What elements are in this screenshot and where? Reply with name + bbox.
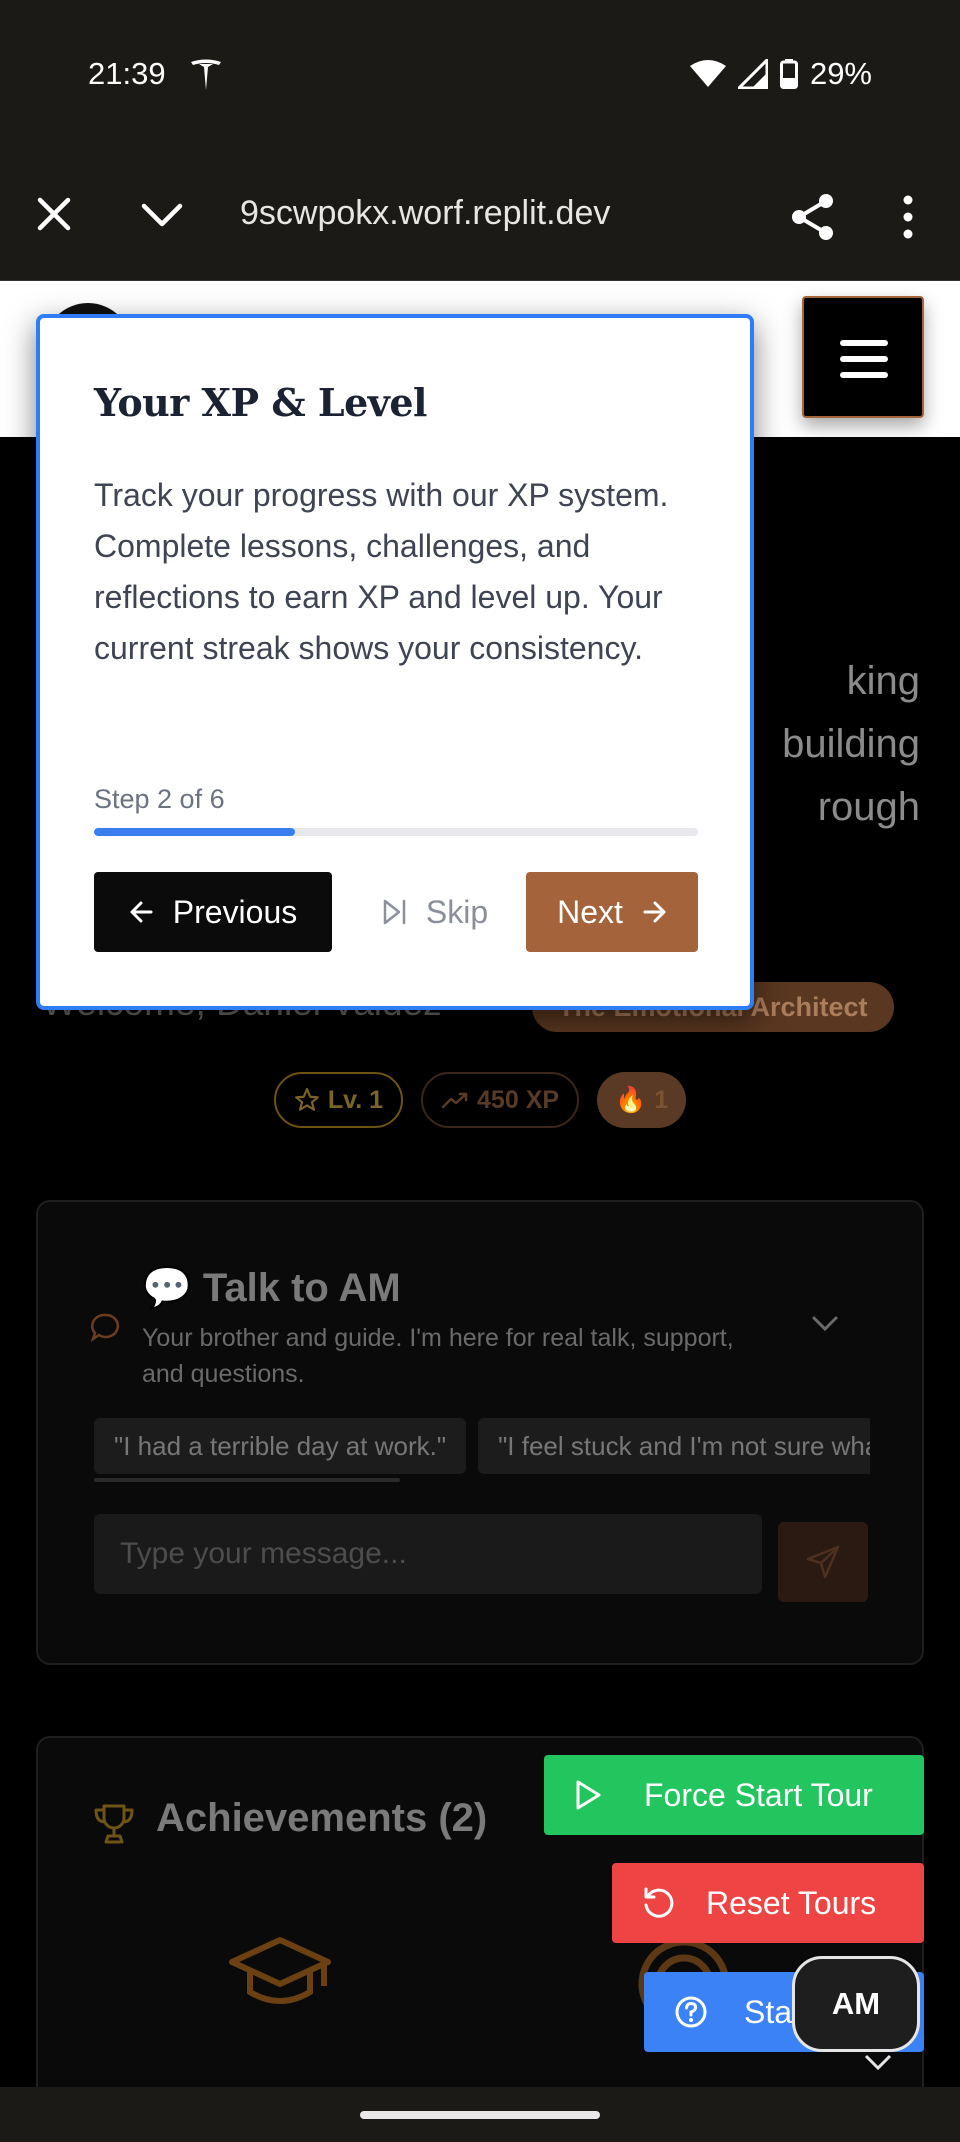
reset-tours-button[interactable]: Reset Tours — [612, 1863, 924, 1943]
system-nav-bar — [0, 2087, 960, 2142]
chevron-down-icon — [864, 2054, 892, 2071]
skip-label: Skip — [425, 893, 489, 930]
stats-row: Lv. 1 450 XP 🔥 1 — [0, 1072, 960, 1128]
arrow-right-icon — [643, 901, 666, 923]
browser-toolbar: 9scwpokx.worf.replit.dev — [0, 150, 960, 281]
signal-icon — [737, 59, 768, 89]
tour-title: Your XP & Level — [94, 380, 427, 425]
battery-percent: 29% — [809, 56, 872, 91]
battery-icon — [779, 59, 798, 89]
send-icon — [806, 1545, 840, 1579]
tour-progress-fill — [94, 828, 296, 836]
streak-value: 1 — [654, 1085, 669, 1114]
menu-button[interactable] — [802, 296, 924, 418]
more-vertical-icon[interactable] — [896, 194, 920, 240]
reset-tours-label: Reset Tours — [706, 1884, 877, 1921]
menu-icon — [840, 372, 888, 378]
status-icons: 29% — [689, 56, 872, 92]
arrow-left-icon — [130, 901, 153, 923]
scrollbar[interactable] — [94, 1478, 400, 1482]
xp-value: 450 XP — [477, 1085, 560, 1114]
tour-popover: Your XP & Level Track your progress with… — [36, 314, 754, 1010]
force-start-tour-button[interactable]: Force Start Tour — [544, 1755, 924, 1835]
force-start-tour-label: Force Start Tour — [644, 1776, 873, 1813]
talk-to-am-card: 💬 Talk to AM Your brother and guide. I'm… — [36, 1200, 924, 1665]
skip-button[interactable]: Skip — [370, 872, 500, 952]
status-time: 21:39 — [88, 56, 166, 91]
trending-up-icon — [441, 1092, 468, 1109]
rotate-ccw-icon — [644, 1887, 674, 1918]
wifi-icon — [689, 60, 726, 87]
suggestion-chip[interactable]: "I had a terrible day at work." — [94, 1418, 467, 1474]
tesla-icon — [191, 59, 221, 90]
previous-label: Previous — [172, 893, 298, 930]
chat-subtitle: Your brother and guide. I'm here for rea… — [142, 1324, 734, 1388]
chat-bubble-icon — [90, 1313, 120, 1342]
address-bar[interactable]: 9scwpokx.worf.replit.dev — [240, 194, 610, 233]
menu-icon — [840, 356, 888, 362]
skip-forward-icon — [383, 899, 406, 925]
help-circle-icon — [675, 1996, 707, 2028]
message-input[interactable] — [94, 1514, 762, 1594]
streak-badge: 🔥 1 — [597, 1072, 687, 1128]
suggestion-chip[interactable]: "I feel stuck and I'm not sure what to d… — [478, 1418, 870, 1474]
tour-step-indicator: Step 2 of 6 — [94, 784, 225, 814]
tour-description: Track your progress with our XP system. … — [94, 477, 669, 666]
send-button[interactable] — [778, 1522, 868, 1602]
next-label: Next — [557, 893, 623, 930]
tour-progress-bar — [94, 828, 698, 836]
next-button[interactable]: Next — [526, 872, 698, 952]
level-badge: Lv. 1 — [273, 1072, 404, 1128]
chevron-down-icon[interactable] — [140, 196, 184, 236]
graduation-cap-icon — [229, 1937, 331, 2004]
home-handle[interactable] — [360, 2111, 600, 2119]
achievements-title: Achievements (2) — [156, 1796, 488, 1840]
menu-icon — [840, 340, 888, 346]
suggestion-list: "I had a terrible day at work." "I feel s… — [94, 1418, 870, 1476]
level-value: Lv. 1 — [327, 1085, 384, 1114]
xp-badge: 450 XP — [421, 1072, 580, 1128]
chevron-down-icon[interactable] — [810, 1314, 840, 1334]
am-chat-fab[interactable]: AM — [792, 1956, 920, 2052]
previous-button[interactable]: Previous — [94, 872, 332, 952]
status-bar: 21:39 29% — [0, 0, 960, 150]
share-icon[interactable] — [790, 192, 836, 242]
close-icon[interactable] — [34, 194, 74, 234]
chat-title: 💬 Talk to AM — [142, 1266, 401, 1310]
trophy-icon — [94, 1804, 134, 1844]
star-icon — [294, 1088, 319, 1111]
play-icon — [576, 1780, 601, 1810]
flame-icon: 🔥 — [615, 1085, 647, 1114]
